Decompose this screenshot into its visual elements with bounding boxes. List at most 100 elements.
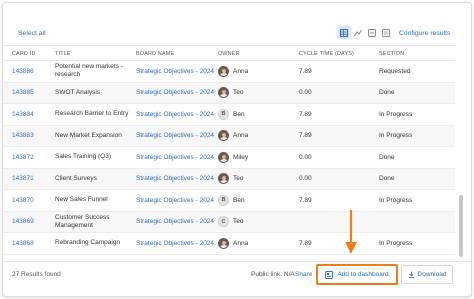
owner-cell: Anna [218,233,248,254]
public-link-status: Public link: N/A [251,271,295,278]
table-row[interactable]: 143886 Potential new markets - research St… [3,61,455,83]
owner-name: Anna [233,239,249,247]
card-id-link[interactable]: 143868 [12,233,34,254]
cycle-time: 7.89 [299,239,312,247]
section-status: In Progress [379,196,413,204]
owner-name: Ben [233,196,245,204]
table-row[interactable]: 143883 New Market Expansion Strategic Obje… [3,125,455,147]
board-name-link[interactable]: Strategic Objectives - 2024 [136,212,214,233]
card-title: Potential new markets - research [55,63,123,79]
add-to-dashboard-button[interactable]: Add to dashboard [316,264,398,285]
section-status: Done [379,153,395,161]
card-title: Sales Training (Q3) [55,153,111,161]
avatar: B [218,194,229,206]
column-header-owner[interactable]: OWNER [218,51,240,57]
card-title: New Sales Funnel [55,196,108,204]
avatar [218,173,229,185]
owner-name: Ben [233,110,245,118]
cycle-time: 7.89 [299,110,312,118]
owner-cell: Anna [218,126,248,147]
table-view-icon[interactable] [337,26,351,39]
cycle-time: 7.89 [299,196,312,204]
card-id-link[interactable]: 143872 [12,147,34,168]
owner-cell: C Teo [218,212,243,233]
section-status: Done [379,89,395,97]
table-row[interactable]: 143884 Research Barrier to Entry Strategic… [3,104,455,126]
card-id-link[interactable]: 143886 [12,61,34,82]
board-name-link[interactable]: Strategic Objectives - 2024 [136,190,214,211]
board-name-link[interactable]: Strategic Objectives - 2024 [136,83,214,104]
card-title: SWOT Analysis [55,88,101,96]
card-title: Client Surveys [55,174,97,182]
add-to-dashboard-label: Add to dashboard [337,271,389,278]
card-title: Customer Success Management [55,213,110,229]
table-row[interactable]: 143885 SWOT Analysis Strategic Objectives … [3,82,455,104]
footer: 27 Results found Public link: N/A Share … [3,261,471,296]
results-count: 27 Results found [12,271,61,278]
scrollbar-thumb[interactable] [459,195,463,257]
results-panel: Select all Configure results CARD ID TIT… [2,2,472,297]
card-title: New Market Expansion [55,131,122,139]
avatar [218,87,229,99]
share-link[interactable]: Share [295,271,312,278]
board-name-link[interactable]: Strategic Objectives - 2024 [136,233,214,254]
column-header-section[interactable]: SECTION [379,51,404,57]
board-name-link[interactable]: Strategic Objectives - 2024 [136,61,214,82]
owner-name: Miley [233,153,249,161]
card-id-link[interactable]: 143870 [12,190,34,211]
owner-name: Teo [233,218,244,226]
board-name-link[interactable]: Strategic Objectives - 2024 [136,104,214,125]
section-status: In Progress [379,110,413,118]
owner-cell: B Ben [218,190,245,211]
avatar [218,130,229,142]
cycle-time: 7.89 [299,67,312,75]
table-row[interactable]: 143868 Rebranding Campaign Strategic Objec… [3,233,455,255]
annotation-arrow-icon [345,210,357,254]
owner-cell: Teo [218,83,243,104]
toolbar: Select all Configure results [3,3,471,39]
table-row[interactable]: 143871 Client Surveys Strategic Objectives… [3,168,455,190]
cycle-time: 0.00 [299,153,312,161]
download-icon [408,271,414,278]
owner-cell: B Ben [218,104,245,125]
chart-view-icon[interactable] [351,26,365,39]
board-name-link[interactable]: Strategic Objectives - 2024 [136,147,214,168]
card-id-link[interactable]: 143884 [12,104,34,125]
card-id-link[interactable]: 143883 [12,126,34,147]
download-label: Download [417,271,447,278]
column-header-board-name[interactable]: BOARD NAME [136,51,174,57]
board-name-link[interactable]: Strategic Objectives - 2024 [136,126,214,147]
avatar [218,65,229,77]
timeline-view-icon[interactable] [365,26,379,39]
list-view-icon[interactable] [379,26,393,39]
avatar [218,151,229,163]
column-header-title[interactable]: TITLE [55,51,71,57]
avatar [218,237,229,249]
card-id-link[interactable]: 143885 [12,83,34,104]
configure-results-link[interactable]: Configure results [399,30,450,37]
board-name-link[interactable]: Strategic Objectives - 2024 [136,169,214,190]
column-header-card-id[interactable]: CARD ID [12,51,36,57]
owner-cell: Anna [218,61,248,82]
owner-name: Teo [233,175,244,183]
select-all-link[interactable]: Select all [18,30,46,37]
column-header-cycle-time[interactable]: CYCLE TIME (DAYS) [299,51,354,57]
table-row[interactable]: 143870 New Sales Funnel Strategic Objectiv… [3,190,455,212]
download-button[interactable]: Download [401,265,453,284]
scrollbar-track[interactable] [459,61,464,261]
card-title: Research Barrier to Entry [55,110,129,118]
table-header: CARD ID TITLE BOARD NAME OWNER CYCLE TIM… [3,45,455,61]
section-status: Done [379,175,395,183]
table-row[interactable]: 143872 Sales Training (Q3) Strategic Objec… [3,147,455,169]
owner-name: Anna [233,67,249,75]
section-status: Requested [379,67,411,75]
card-id-link[interactable]: 143871 [12,169,34,190]
cycle-time: 7.89 [299,132,312,140]
table-row[interactable]: 143869 Customer Success Management Strateg… [3,211,455,233]
owner-name: Anna [233,132,249,140]
avatar: B [218,108,229,120]
dashboard-icon [325,270,334,279]
avatar: C [218,216,229,228]
section-status: In Progress [379,132,413,140]
card-id-link[interactable]: 143869 [12,212,34,233]
